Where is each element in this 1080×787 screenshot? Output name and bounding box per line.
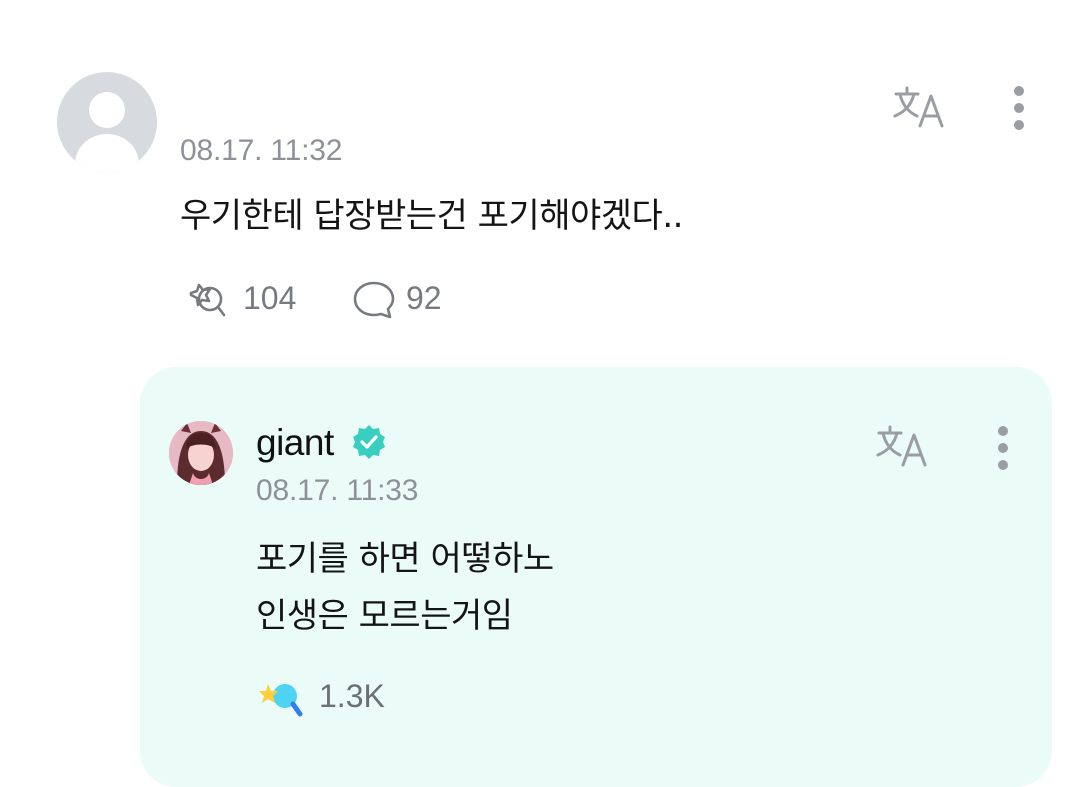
dot: [1014, 86, 1024, 96]
avatar-head-shape: [89, 92, 125, 128]
verified-badge-icon: [350, 423, 388, 461]
translate-icon[interactable]: [890, 82, 950, 132]
author-avatar[interactable]: [169, 421, 233, 485]
comment-timestamp: 08.17. 11:32: [180, 134, 343, 167]
like-count: 104: [243, 280, 297, 316]
reply-count: 92: [406, 280, 442, 316]
reply-text-line-1: 포기를 하면 어떻하노: [256, 539, 554, 579]
dot: [998, 426, 1008, 436]
dot: [998, 443, 1008, 453]
translate-icon[interactable]: [873, 421, 933, 471]
reply-like-button[interactable]: 1.3K: [258, 674, 408, 720]
reply-timestamp: 08.17. 11:33: [256, 474, 419, 507]
dot: [1014, 103, 1024, 113]
like-button[interactable]: 104: [183, 276, 323, 320]
dot: [1014, 120, 1024, 130]
avatar[interactable]: [57, 72, 157, 172]
dot: [998, 460, 1008, 470]
comment-text: 우기한테 답장받는건 포기해야겠다..: [180, 196, 683, 236]
avatar-body-shape: [75, 134, 139, 172]
author-name[interactable]: giant: [256, 422, 334, 464]
like-icon: [189, 283, 226, 317]
more-options-button[interactable]: [1013, 86, 1025, 136]
like-filled-icon: [259, 684, 303, 717]
reply-button[interactable]: 92: [352, 276, 472, 320]
reply-like-count: 1.3K: [319, 678, 385, 714]
reply-bubble-icon: [353, 281, 395, 319]
more-options-button[interactable]: [997, 426, 1009, 476]
reply-text-line-2: 인생은 모르는거임: [256, 596, 513, 636]
